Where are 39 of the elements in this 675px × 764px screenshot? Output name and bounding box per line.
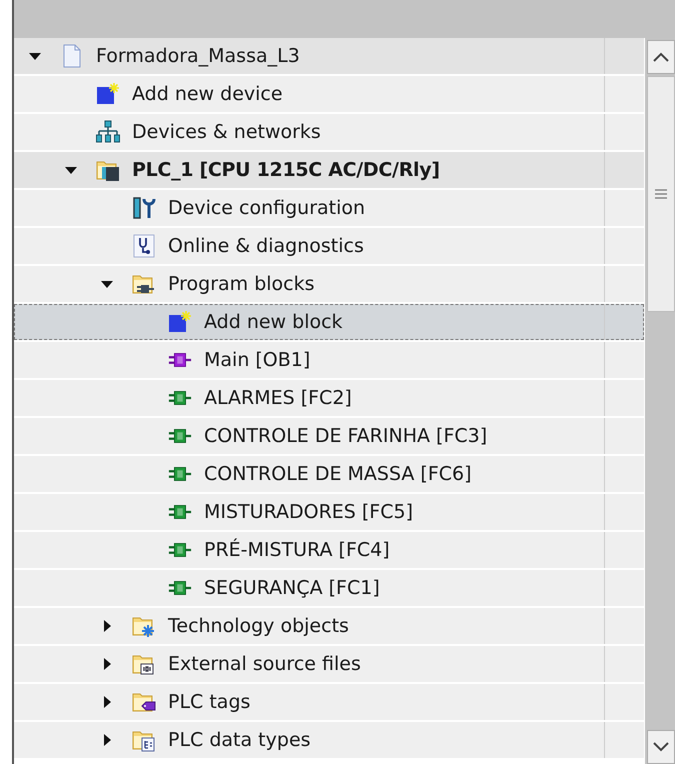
code-block-icon: [168, 427, 192, 445]
code-block-icon: [168, 465, 192, 483]
tree-item[interactable]: MISTURADORES [FC5]: [14, 494, 644, 530]
network-icon: [96, 120, 120, 144]
tree-item[interactable]: Online & diagnostics: [14, 228, 644, 264]
code-block-icon: [168, 503, 192, 521]
tree-item[interactable]: PLC tags: [14, 684, 644, 720]
tree-item[interactable]: Add new device: [14, 76, 644, 112]
code-block-icon: [168, 541, 192, 559]
add-new-icon: [96, 82, 120, 106]
code-block-icon: [168, 351, 192, 369]
tree-item[interactable]: Program blocks: [14, 266, 644, 302]
document-icon: [61, 44, 83, 68]
scrollbar[interactable]: [644, 38, 675, 764]
tree-item[interactable]: ALARMES [FC2]: [14, 380, 644, 416]
tree-item[interactable]: PLC_1 [CPU 1215C AC/DC/Rly]: [14, 152, 644, 188]
chevron-down-icon: [653, 742, 669, 752]
chevron-up-icon: [653, 52, 669, 62]
stethoscope-icon: [132, 234, 156, 258]
code-block-icon: [168, 579, 192, 597]
tree-item[interactable]: PLC data types: [14, 722, 644, 758]
grip-icon: [655, 189, 667, 199]
tree-item[interactable]: PRÉ-MISTURA [FC4]: [14, 532, 644, 568]
tree-item[interactable]: Main [OB1]: [14, 342, 644, 378]
tree-item[interactable]: CONTROLE DE FARINHA [FC3]: [14, 418, 644, 454]
tree-item[interactable]: External source files: [14, 646, 644, 682]
tree-item[interactable]: Device configuration: [14, 190, 644, 226]
scroll-up-button[interactable]: [647, 40, 675, 74]
tree-item[interactable]: Formadora_Massa_L3: [14, 38, 644, 74]
tree-item[interactable]: SEGURANÇA [FC1]: [14, 570, 644, 606]
scroll-thumb[interactable]: [647, 76, 675, 312]
device-wrench-icon: [132, 196, 156, 220]
code-block-icon: [168, 389, 192, 407]
tree-item[interactable]: Add new block: [14, 304, 644, 340]
tree-item[interactable]: Devices & networks: [14, 114, 644, 150]
tree-item[interactable]: CONTROLE DE MASSA [FC6]: [14, 456, 644, 492]
tree-item[interactable]: Technology objects: [14, 608, 644, 644]
add-new-icon: [168, 310, 192, 334]
scroll-down-button[interactable]: [647, 730, 675, 764]
